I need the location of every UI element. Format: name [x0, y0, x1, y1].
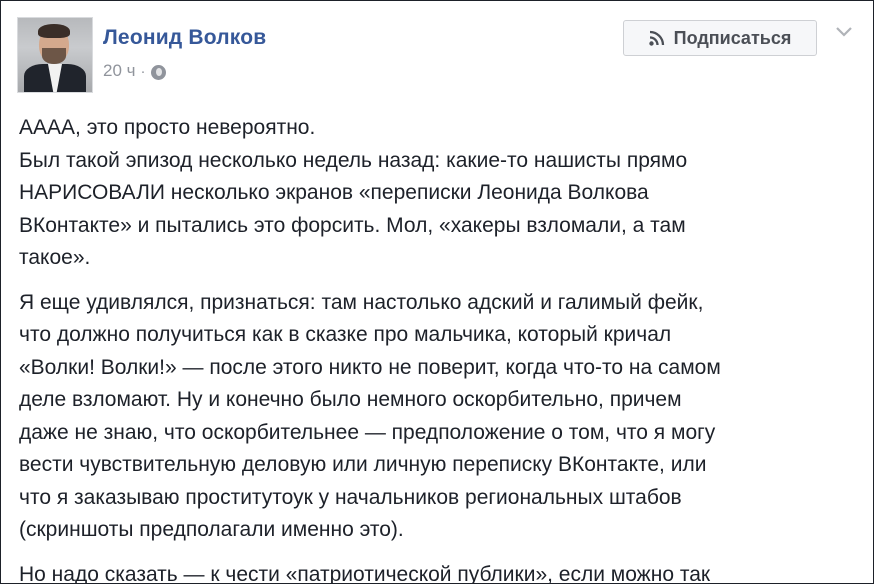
- facebook-post: Леонид Волков 20 ч · Подписаться АААА, э…: [0, 0, 874, 584]
- globe-icon[interactable]: [150, 64, 166, 80]
- post-text-line: деле взломают. Ну и конечно было немного…: [19, 388, 682, 411]
- post-text-line: (скриншоты предполагали именно это).: [19, 518, 404, 541]
- post-text-line: даже не знаю, что оскорбительнее — предп…: [19, 420, 716, 444]
- post-text-line: вести чувствительную деловую или личную …: [19, 453, 707, 476]
- author-name[interactable]: Леонид Волков: [103, 26, 266, 50]
- post-text-line: НАРИСОВАЛИ несколько экранов «переписки …: [19, 181, 649, 204]
- post-text-line: ВКонтакте» и пытались это форсить. Мол, …: [19, 213, 686, 237]
- post-meta: 20 ч ·: [103, 61, 166, 81]
- post-paragraph: Я еще удивлялся, признаться: там настоль…: [19, 287, 855, 547]
- post-text-line: что я заказываю проститутоук у начальник…: [19, 485, 682, 509]
- avatar-beard: [42, 48, 66, 64]
- post-text-line: «Волки! Волки!» — после этого никто не п…: [19, 355, 721, 379]
- rss-icon: [648, 30, 665, 46]
- post-paragraph: Но надо сказать — к чести «патриотическо…: [19, 559, 855, 584]
- post-text-line: что должно получиться как в сказке про м…: [19, 323, 672, 346]
- post-text-line: Но надо сказать — к чести «патриотическо…: [19, 562, 711, 584]
- avatar[interactable]: [17, 17, 93, 93]
- post-text-line: Был такой эпизод несколько недель назад:…: [19, 148, 688, 172]
- follow-button-label: Подписаться: [673, 27, 792, 48]
- post-text-line: Я еще удивлялся, признаться: там настоль…: [19, 290, 704, 314]
- avatar-hair: [38, 24, 70, 38]
- follow-button[interactable]: Подписаться: [623, 20, 817, 56]
- post-text-line: такое».: [19, 246, 91, 269]
- chevron-down-icon[interactable]: [833, 23, 855, 41]
- post-text-line: АААА, это просто невероятно.: [19, 116, 316, 139]
- post-paragraph: АААА, это просто невероятно. Был такой эп…: [19, 112, 855, 275]
- post-timestamp[interactable]: 20 ч: [103, 61, 136, 81]
- post-body: АААА, это просто невероятно. Был такой эп…: [19, 112, 855, 584]
- meta-separator: ·: [140, 62, 146, 80]
- post-header: Леонид Волков 20 ч · Подписаться: [15, 15, 865, 95]
